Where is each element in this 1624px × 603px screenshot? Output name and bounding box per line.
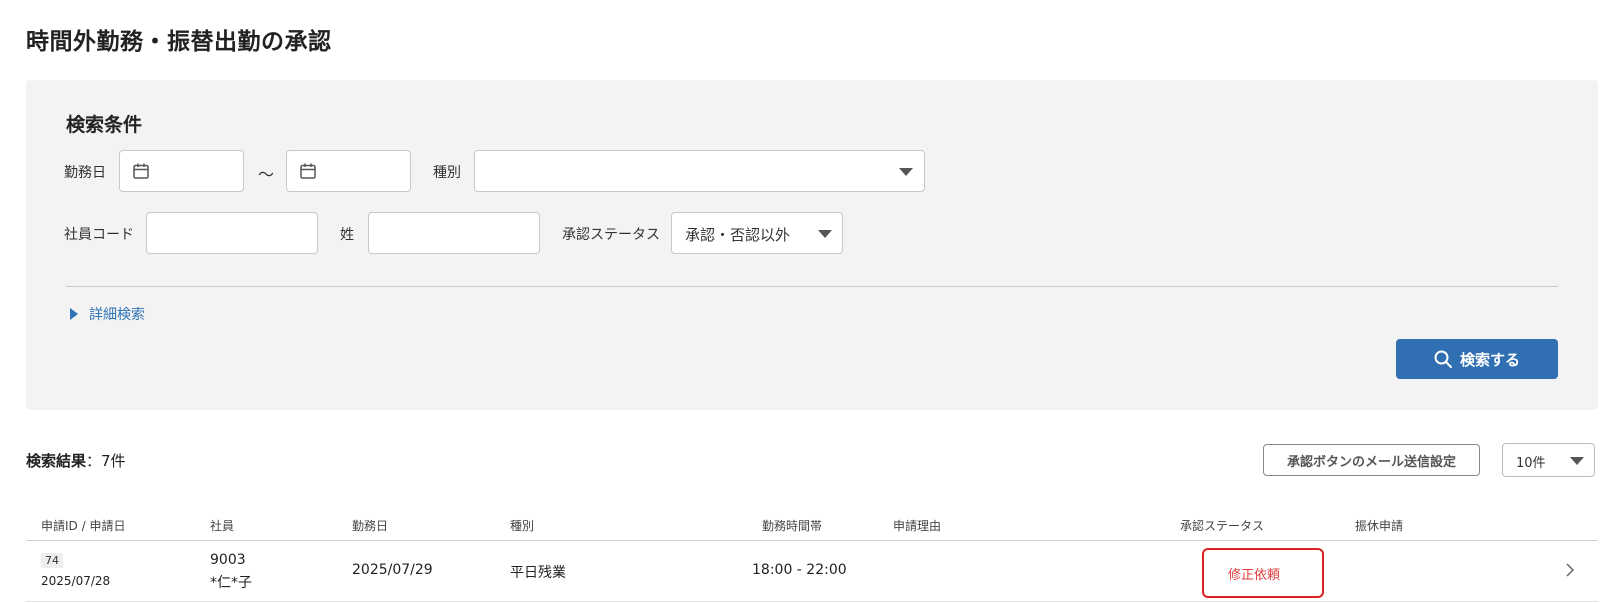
result-count-value: ：7件: [86, 452, 126, 470]
last-name-label: 姓: [340, 227, 354, 243]
row-divider: [26, 601, 1598, 602]
approval-status-select[interactable]: 承認・否認以外: [671, 212, 843, 254]
advanced-search-link[interactable]: 詳細検索: [70, 304, 145, 324]
calendar-icon: [133, 163, 149, 179]
col-header-status: 承認ステータス: [1180, 519, 1265, 533]
chevron-down-icon: [818, 230, 832, 238]
col-header-comp-leave: 振休申請: [1355, 519, 1404, 533]
approval-status-value: 承認・否認以外: [685, 226, 791, 244]
table-header-divider: [26, 540, 1598, 541]
col-header-id: 申請ID / 申請日: [41, 519, 126, 533]
calendar-icon: [300, 163, 316, 179]
col-header-time-range: 勤務時間帯: [762, 519, 823, 533]
search-panel-title: 検索条件: [66, 114, 143, 136]
time-range: 18:00 - 22:00: [752, 562, 847, 578]
employee-code: 9003: [210, 552, 246, 568]
range-separator: ～: [258, 165, 275, 184]
search-button[interactable]: 検索する: [1396, 339, 1558, 379]
approval-status-label: 承認ステータス: [562, 227, 660, 243]
result-count-label: 検索結果: [26, 452, 87, 470]
advanced-search-label: 詳細検索: [89, 307, 145, 323]
last-name-input[interactable]: [368, 212, 540, 254]
triangle-right-icon: [70, 308, 78, 320]
work-date-to-input[interactable]: [286, 150, 411, 192]
chevron-right-icon[interactable]: [1565, 563, 1575, 577]
mail-settings-button[interactable]: 承認ボタンのメール送信設定: [1263, 444, 1480, 476]
work-date: 2025/07/29: [352, 562, 433, 578]
request-id-badge: 74: [41, 553, 63, 568]
per-page-value: 10件: [1516, 456, 1546, 471]
employee-code-input[interactable]: [146, 212, 318, 254]
col-header-type: 種別: [510, 519, 535, 533]
chevron-down-icon: [899, 168, 913, 176]
search-panel: 検索条件 勤務日 ～ 種別 社員コード 姓 承認ステータス 承認・否認以外 詳細…: [26, 80, 1598, 410]
work-date-label: 勤務日: [64, 165, 106, 181]
col-header-employee: 社員: [210, 519, 235, 533]
type-select[interactable]: [474, 150, 925, 192]
work-date-from-input[interactable]: [119, 150, 244, 192]
applied-date: 2025/07/28: [41, 574, 111, 588]
col-header-work-date: 勤務日: [352, 519, 389, 533]
employee-code-label: 社員コード: [64, 227, 134, 243]
search-icon: [1434, 350, 1452, 368]
col-header-reason: 申請理由: [893, 519, 942, 533]
page-title: 時間外勤務・振替出勤の承認: [26, 29, 332, 55]
per-page-select[interactable]: 10件: [1502, 443, 1595, 477]
type-label: 種別: [433, 165, 461, 181]
request-type: 平日残業: [510, 565, 566, 581]
result-count: 検索結果：7件: [26, 450, 126, 471]
search-button-label: 検索する: [1459, 350, 1520, 369]
employee-name: *仁*子: [210, 575, 252, 591]
chevron-down-icon: [1570, 457, 1584, 465]
divider: [66, 286, 1558, 287]
status-badge: 修正依頼: [1228, 568, 1281, 583]
